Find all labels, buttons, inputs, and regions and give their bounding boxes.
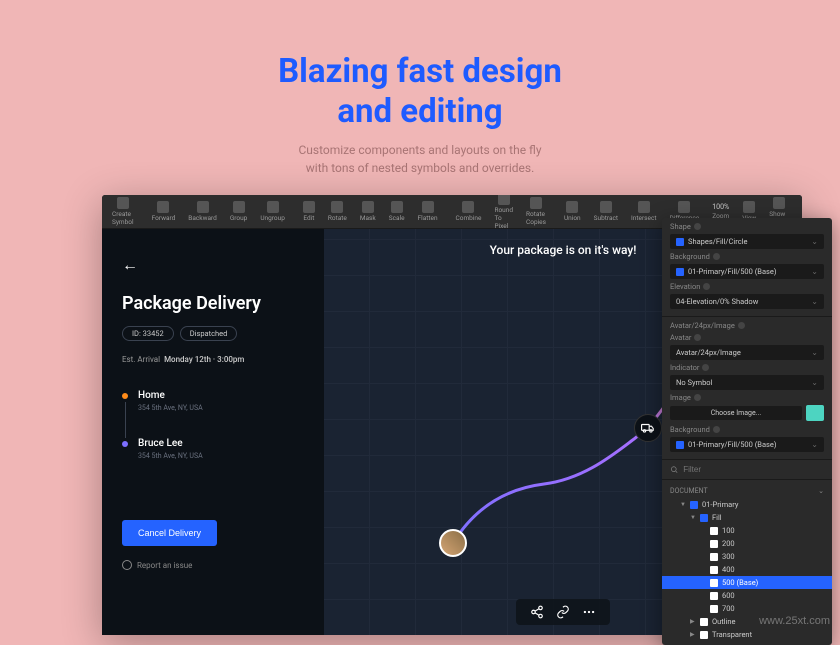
status-badge: Dispatched [180, 326, 238, 341]
shape-dropdown[interactable]: Shapes/Fill/Circle⌄ [670, 234, 824, 249]
filter-row [662, 460, 832, 480]
avatar-dropdown[interactable]: Avatar/24px/Image⌄ [670, 345, 824, 360]
tool-union[interactable]: Union [558, 199, 587, 224]
stop-destination[interactable]: Bruce Lee 354 5th Ave, NY, USA [122, 438, 304, 460]
watermark: www.25xt.com [759, 615, 830, 627]
hero-subtitle: Customize components and layouts on the … [0, 141, 840, 177]
avatar-origin[interactable] [439, 529, 467, 557]
tool-rotate[interactable]: Rotate [322, 199, 353, 224]
swatch-100[interactable]: 100 [662, 524, 832, 537]
elevation-label: Elevation [670, 282, 824, 291]
tool-intersect[interactable]: Intersect [625, 199, 662, 224]
more-icon[interactable] [582, 605, 596, 619]
link-icon[interactable] [556, 605, 570, 619]
filter-input[interactable] [683, 465, 824, 474]
hero-header: Blazing fast designand editing Customize… [0, 0, 840, 195]
indicator-dropdown[interactable]: No Symbol⌄ [670, 375, 824, 390]
tool-backward[interactable]: Backward [182, 199, 223, 224]
hero-title: Blazing fast designand editing [0, 52, 840, 131]
tool-mask[interactable]: Mask [354, 199, 382, 224]
tool-edit[interactable]: Edit [297, 199, 321, 224]
stop-address: 354 5th Ave, NY, USA [138, 404, 304, 412]
background2-label: Background [670, 425, 824, 434]
inspector-panel: Shape Shapes/Fill/Circle⌄ Background 01-… [662, 218, 832, 645]
stop-address: 354 5th Ave, NY, USA [138, 452, 304, 460]
stop-dot-icon [122, 393, 128, 399]
background-label: Background [670, 252, 824, 261]
eta-text: Est. Arrival Monday 12th · 3:00pm [122, 355, 304, 364]
tool-group[interactable]: Group [224, 199, 254, 224]
swatch-600[interactable]: 600 [662, 589, 832, 602]
report-issue-link[interactable]: Report an issue [122, 560, 304, 570]
elevation-dropdown[interactable]: 04-Elevation/0% Shadow⌄ [670, 294, 824, 309]
document-header: DOCUMENT [670, 487, 708, 495]
tree-item-primary[interactable]: ▼01-Primary [662, 498, 832, 511]
background-dropdown[interactable]: 01-Primary/Fill/500 (Base)⌄ [670, 264, 824, 279]
tool-flatten[interactable]: Flatten [412, 199, 444, 224]
tool-rotate-copies[interactable]: Rotate Copies [520, 195, 552, 228]
background2-dropdown[interactable]: 01-Primary/Fill/500 (Base)⌄ [670, 437, 824, 452]
share-icon[interactable] [530, 605, 544, 619]
cancel-delivery-button[interactable]: Cancel Delivery [122, 520, 217, 546]
tool-scale[interactable]: Scale [383, 199, 411, 224]
tool-subtract[interactable]: Subtract [588, 199, 624, 224]
tool-round-to-pixel[interactable]: Round To Pixel [488, 195, 519, 232]
stop-dot-icon [122, 441, 128, 447]
truck-marker[interactable] [634, 414, 662, 442]
avatar-label: Avatar [670, 333, 824, 342]
swatch-500[interactable]: 500 (Base) [662, 576, 832, 589]
search-icon [670, 465, 678, 474]
delivery-panel: ← Package Delivery ID: 33452 Dispatched … [102, 229, 324, 635]
image-label: Image [670, 393, 824, 402]
page-title: Package Delivery [122, 293, 304, 314]
choose-image-button[interactable]: Choose Image... [670, 406, 802, 420]
avatar-header: Avatar/24px/Image [670, 321, 824, 330]
back-button[interactable]: ← [122, 255, 304, 275]
stop-name: Bruce Lee [138, 438, 304, 449]
tool-create-symbol[interactable]: Create Symbol [106, 195, 140, 228]
swatch-200[interactable]: 200 [662, 537, 832, 550]
tree-item-fill[interactable]: ▼Fill [662, 511, 832, 524]
share-toolbar [516, 599, 610, 625]
stop-home[interactable]: Home 354 5th Ave, NY, USA [122, 390, 304, 412]
stop-name: Home [138, 390, 304, 401]
swatch-700[interactable]: 700 [662, 602, 832, 615]
swatch-300[interactable]: 300 [662, 550, 832, 563]
swatch-400[interactable]: 400 [662, 563, 832, 576]
indicator-label: Indicator [670, 363, 824, 372]
id-badge: ID: 33452 [122, 326, 174, 341]
image-swatch[interactable] [806, 405, 824, 421]
shape-label: Shape [670, 222, 824, 231]
tool-ungroup[interactable]: Ungroup [254, 199, 291, 224]
tool-combine[interactable]: Combine [450, 199, 488, 224]
chevron-down-icon[interactable]: ⌄ [818, 487, 824, 495]
tool-forward[interactable]: Forward [146, 199, 182, 224]
